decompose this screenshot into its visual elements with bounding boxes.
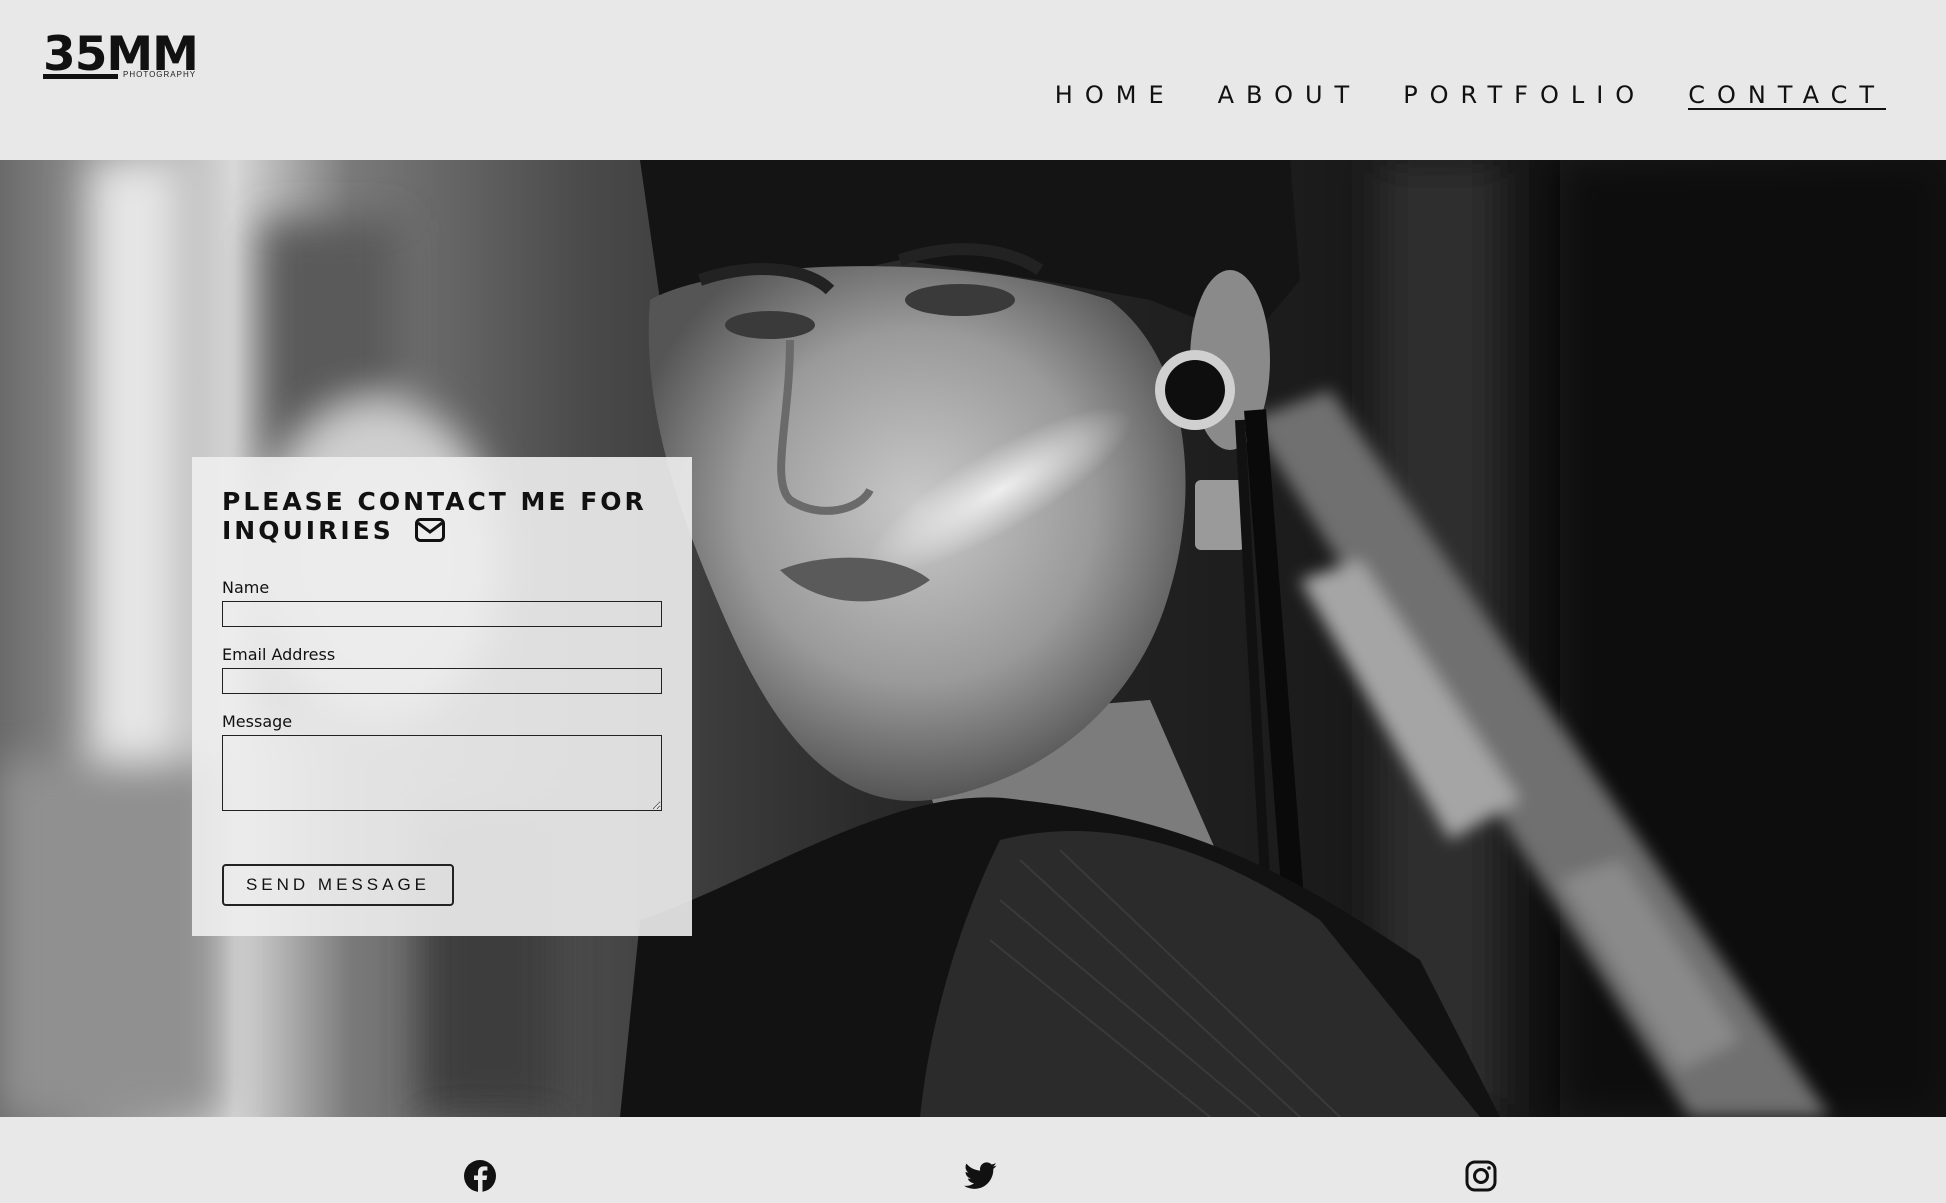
- main-nav: HOME ABOUT PORTFOLIO CONTACT: [1013, 80, 1886, 110]
- message-label: Message: [222, 712, 293, 731]
- name-label: Name: [222, 578, 270, 597]
- logo-subtitle: PHOTOGRAPHY: [123, 70, 197, 79]
- facebook-icon[interactable]: [463, 1159, 497, 1193]
- hero-section: PLEASE CONTACT ME FOR INQUIRIES Name Ema…: [0, 160, 1946, 1117]
- contact-heading: PLEASE CONTACT ME FOR INQUIRIES: [222, 487, 662, 548]
- nav-home[interactable]: HOME: [1055, 80, 1176, 110]
- email-label: Email Address: [222, 645, 336, 664]
- site-header: 35MM PHOTOGRAPHY HOME ABOUT PORTFOLIO CO…: [0, 0, 1946, 160]
- site-logo[interactable]: 35MM PHOTOGRAPHY: [43, 30, 213, 86]
- email-input[interactable]: [222, 668, 662, 694]
- contact-card: PLEASE CONTACT ME FOR INQUIRIES Name Ema…: [192, 457, 692, 936]
- logo-underline: [43, 74, 118, 79]
- message-textarea[interactable]: [222, 735, 662, 811]
- twitter-icon[interactable]: [964, 1159, 998, 1193]
- nav-about[interactable]: ABOUT: [1218, 80, 1362, 110]
- instagram-icon[interactable]: [1464, 1159, 1498, 1193]
- envelope-icon: [415, 518, 446, 548]
- site-footer: [0, 1117, 1946, 1203]
- send-message-button[interactable]: SEND MESSAGE: [222, 864, 454, 906]
- name-input[interactable]: [222, 601, 662, 627]
- nav-portfolio[interactable]: PORTFOLIO: [1403, 80, 1646, 110]
- nav-contact[interactable]: CONTACT: [1688, 80, 1886, 110]
